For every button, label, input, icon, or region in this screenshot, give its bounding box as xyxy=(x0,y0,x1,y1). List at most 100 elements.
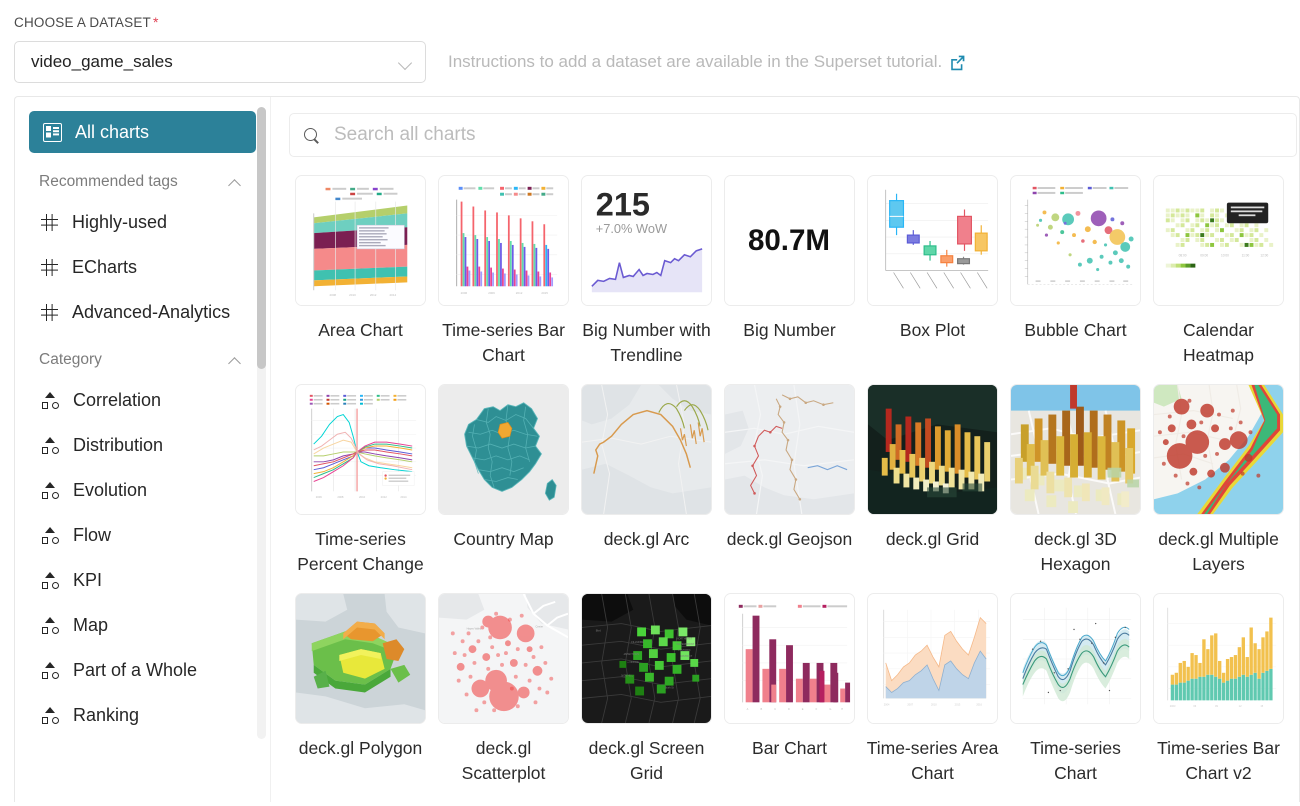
sidebar-item-highly-used[interactable]: Highly-used xyxy=(29,200,256,245)
sidebar-item-map[interactable]: Map xyxy=(29,603,256,648)
sidebar-group-title: Category xyxy=(39,351,102,369)
sidebar-item-flow[interactable]: Flow xyxy=(29,513,256,558)
chart-card-deckgl-arc[interactable]: deck.gl Arc xyxy=(575,384,718,577)
chart-card-label: Big Number xyxy=(723,318,856,343)
chart-card-deckgl-grid[interactable]: deck.gl Grid xyxy=(861,384,1004,577)
chart-card-label: Big Number with Trendline xyxy=(580,318,713,368)
chart-card-timeseries-chart[interactable]: Time-series Chart xyxy=(1004,593,1147,786)
chart-card-bubble-chart[interactable]: Bubble Chart xyxy=(1004,175,1147,368)
sidebar-item-all-charts[interactable]: All charts xyxy=(29,111,256,153)
svg-text:2007: 2007 xyxy=(907,702,913,706)
category-icon xyxy=(41,482,59,499)
sidebar-scrollbar-thumb[interactable] xyxy=(257,107,266,369)
chart-card-timeseries-area-chart[interactable]: 20042007 201020132016 Time-series Area C… xyxy=(861,593,1004,786)
chart-card-label: deck.gl Arc xyxy=(580,527,713,552)
chart-card-label: Box Plot xyxy=(866,318,999,343)
sidebar-item-label: Evolution xyxy=(73,480,147,501)
dataset-select[interactable]: video_game_sales xyxy=(14,41,426,83)
chart-card-deckgl-polygon[interactable]: deck.gl Polygon xyxy=(289,593,432,786)
chart-card-big-number[interactable]: 80.7M Big Number xyxy=(718,175,861,368)
chart-card-deckgl-scatterplot[interactable]: Hayes ValleyCenter deck.gl Scatterplot xyxy=(432,593,575,786)
category-icon xyxy=(41,662,59,679)
sidebar-scrollbar[interactable] xyxy=(257,107,266,739)
hash-icon xyxy=(41,259,58,276)
svg-text:2010: 2010 xyxy=(931,702,937,706)
svg-text:Center: Center xyxy=(536,624,544,628)
chart-card-label: Country Map xyxy=(437,527,570,552)
chart-card-label: Bar Chart xyxy=(723,736,856,761)
svg-text:HISTORIC: HISTORIC xyxy=(679,648,691,652)
sidebar-item-correlation[interactable]: Correlation xyxy=(29,378,256,423)
svg-text:2016: 2016 xyxy=(976,702,982,706)
required-asterisk: * xyxy=(153,14,159,30)
chart-card-country-map[interactable]: Country Map xyxy=(432,384,575,577)
sidebar-item-advanced-analytics[interactable]: Advanced-Analytics xyxy=(29,290,256,335)
chart-thumbnail xyxy=(867,384,998,515)
chart-card-timeseries-bar-chart[interactable]: 20062009 20122015 Time-series Bar Chart xyxy=(432,175,575,368)
chart-card-box-plot[interactable]: Box Plot xyxy=(861,175,1004,368)
chart-thumbnail xyxy=(1010,384,1141,515)
svg-text:2012: 2012 xyxy=(370,293,377,297)
chart-card-label: deck.gl Polygon xyxy=(294,736,427,761)
sidebar-item-label: Ranking xyxy=(73,705,139,726)
chart-card-timeseries-bar-chart-v2[interactable]: 200306 091215 Time-series Bar Chart v2 xyxy=(1147,593,1290,786)
svg-text:H: H xyxy=(841,707,843,711)
sidebar-group-recommended-tags[interactable]: Recommended tags xyxy=(29,157,256,200)
sidebar-item-label: KPI xyxy=(73,570,102,591)
chart-card-bar-chart[interactable]: N.E. S.W. ABC DEF GH Bar Chart xyxy=(718,593,861,786)
chart-card-deckgl-screen-grid[interactable]: FILLMOREJAPANTOWN + OFFICENOB HILL NORTH… xyxy=(575,593,718,786)
external-link-icon[interactable] xyxy=(949,54,966,71)
svg-text:12:00: 12:00 xyxy=(1260,254,1268,258)
dataset-row: video_game_sales Instructions to add a d… xyxy=(14,41,1300,83)
sidebar-item-distribution[interactable]: Distribution xyxy=(29,423,256,468)
svg-text:2006: 2006 xyxy=(316,495,323,499)
svg-text:DISTRICT: DISTRICT xyxy=(680,654,692,658)
chart-card-label: Time-series Chart xyxy=(1009,736,1142,786)
chart-card-calendar-heatmap[interactable]: 08:0009:00 10:0011:00 12:00 xyxy=(1147,175,1290,368)
chart-card-label: deck.gl Scatterplot xyxy=(437,736,570,786)
search-box[interactable] xyxy=(289,113,1297,157)
sidebar-group-category[interactable]: Category xyxy=(29,335,256,378)
sidebar-item-label: Highly-used xyxy=(72,212,167,233)
chevron-down-icon xyxy=(399,58,413,67)
category-icon xyxy=(41,437,59,454)
svg-text:11:00: 11:00 xyxy=(1242,254,1250,258)
sidebar-scroll-area: All charts Recommended tags Highly-used … xyxy=(15,111,270,738)
chart-thumbnail xyxy=(1010,593,1141,724)
svg-text:G: G xyxy=(829,707,831,711)
chart-card-label: Time-series Area Chart xyxy=(866,736,999,786)
chart-thumbnail: 200306 091215 xyxy=(1153,593,1284,724)
svg-text:2008: 2008 xyxy=(329,293,336,297)
chart-card-area-chart[interactable]: 20082010 20122014 Area Chart xyxy=(289,175,432,368)
sidebar-item-label: ECharts xyxy=(72,257,137,278)
chart-gallery: 20082010 20122014 Area Chart xyxy=(271,97,1299,802)
sidebar-item-label: Correlation xyxy=(73,390,161,411)
dataset-section: CHOOSE A DATASET* video_game_sales Instr… xyxy=(0,0,1300,83)
search-input[interactable] xyxy=(332,123,1282,147)
chart-card-deckgl-3d-hexagon[interactable]: deck.gl 3D Hexagon xyxy=(1004,384,1147,577)
svg-text:2015: 2015 xyxy=(541,291,548,295)
sidebar-item-label: Part of a Whole xyxy=(73,660,197,681)
grid-icon xyxy=(43,123,62,142)
big-number-value: 215 xyxy=(596,186,650,222)
svg-text:Bush St: Bush St xyxy=(665,686,674,690)
chart-card-big-number-with-trendline[interactable]: 215 +7.0% WoW Big Number with Trendline xyxy=(575,175,718,368)
sidebar-item-label: Advanced-Analytics xyxy=(72,302,230,323)
chart-thumbnail xyxy=(295,593,426,724)
chevron-up-icon xyxy=(229,356,242,364)
svg-text:2014: 2014 xyxy=(400,495,407,499)
sidebar-item-ranking[interactable]: Ranking xyxy=(29,693,256,738)
hash-icon xyxy=(41,304,58,321)
sidebar-item-evolution[interactable]: Evolution xyxy=(29,468,256,513)
sidebar-item-kpi[interactable]: KPI xyxy=(29,558,256,603)
chart-card-timeseries-percent-change[interactable]: 20062008 201020122014 Time-series Percen… xyxy=(289,384,432,577)
sidebar-item-echarts[interactable]: ECharts xyxy=(29,245,256,290)
sidebar-item-all-charts-label: All charts xyxy=(75,122,149,143)
chart-card-deckgl-geojson[interactable]: deck.gl Geojson xyxy=(718,384,861,577)
chart-thumbnail: 215 +7.0% WoW xyxy=(581,175,712,306)
sidebar-item-part-of-a-whole[interactable]: Part of a Whole xyxy=(29,648,256,693)
chart-card-deckgl-multiple-layers[interactable]: deck.gl Multiple Layers xyxy=(1147,384,1290,577)
category-icon xyxy=(41,527,59,544)
svg-text:2009: 2009 xyxy=(488,291,495,295)
svg-text:08:00: 08:00 xyxy=(1179,254,1187,258)
